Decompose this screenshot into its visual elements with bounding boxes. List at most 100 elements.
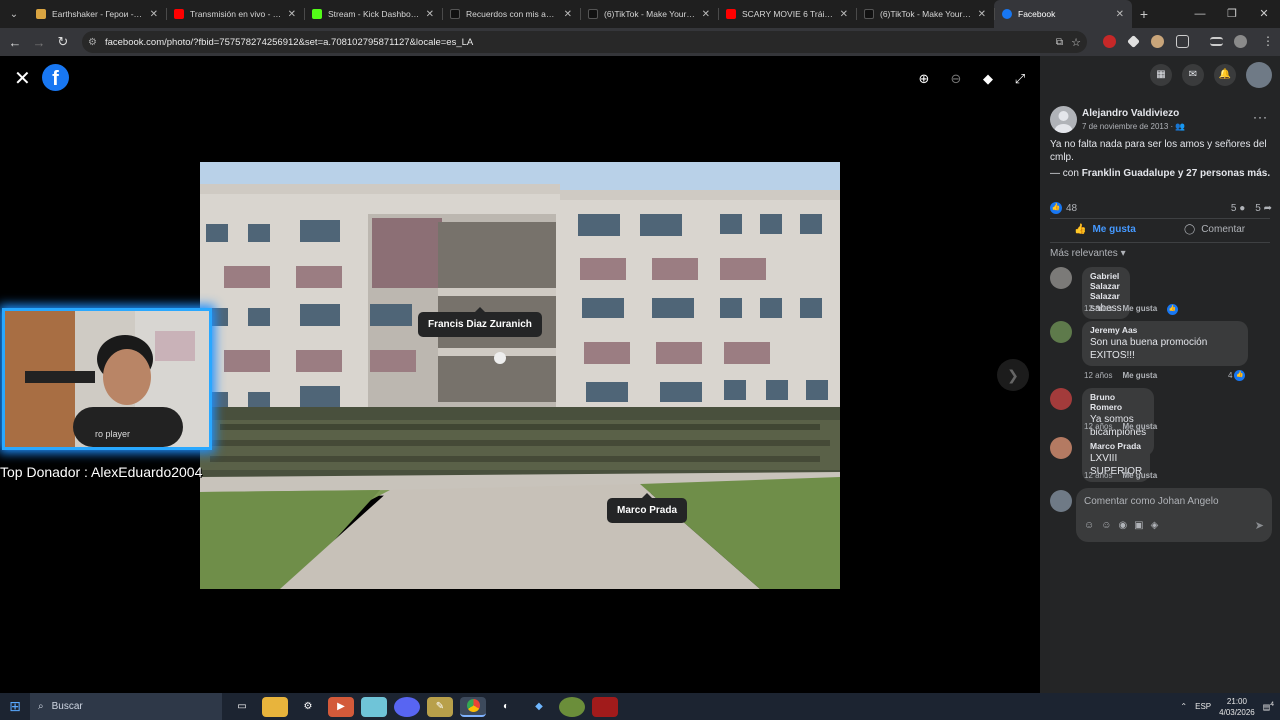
account-avatar[interactable]: [1246, 62, 1272, 88]
zoom-in-icon[interactable]: ⊕: [913, 68, 935, 90]
comment-reaction[interactable]: 4 👍: [1228, 370, 1246, 381]
discord-icon[interactable]: [394, 696, 420, 717]
settings-icon[interactable]: ⚙: [295, 697, 321, 717]
restore-icon[interactable]: ❐: [1216, 0, 1248, 28]
comment-count[interactable]: 5 ●: [1231, 203, 1245, 214]
comment-like-link[interactable]: Me gusta: [1122, 471, 1157, 480]
app-icon[interactable]: ◆: [526, 697, 552, 717]
photo-tag[interactable]: Marco Prada: [607, 493, 688, 523]
next-photo-button[interactable]: ❯: [997, 359, 1029, 391]
tab-facebook[interactable]: Facebook ✕: [994, 0, 1132, 28]
tag-icon[interactable]: ◆: [977, 68, 999, 90]
dota-icon[interactable]: [592, 696, 618, 717]
notifications-icon[interactable]: ▤4: [1263, 701, 1274, 712]
facebook-logo-icon[interactable]: f: [42, 64, 69, 91]
comment-composer[interactable]: Comentar como Johan Angelo ☺ ☺ ◉ ▣ ◈ ➤: [1076, 488, 1272, 542]
comment-input[interactable]: Comentar como Johan Angelo: [1084, 496, 1219, 507]
close-icon[interactable]: ✕: [150, 9, 158, 20]
gif-icon[interactable]: ▣: [1134, 520, 1143, 531]
commenter-name[interactable]: Marco Prada: [1090, 441, 1142, 451]
messenger-icon[interactable]: ✉: [1182, 64, 1204, 86]
comment-age[interactable]: 12 años: [1084, 422, 1112, 431]
tab-scary-movie[interactable]: SCARY MOVIE 6 Tráiler Es✕: [718, 0, 856, 28]
comment-like-link[interactable]: Me gusta: [1122, 371, 1157, 380]
comment-age[interactable]: 12 años: [1084, 371, 1112, 380]
extension-icon[interactable]: [1103, 35, 1116, 48]
notifications-icon[interactable]: 🔔: [1214, 64, 1236, 86]
close-viewer-icon[interactable]: ✕: [14, 66, 31, 91]
obs-icon[interactable]: ◐: [493, 697, 519, 717]
close-icon[interactable]: ✕: [426, 9, 434, 20]
close-icon[interactable]: ✕: [1116, 9, 1124, 20]
comment-button[interactable]: ◯ Comentar: [1184, 224, 1245, 235]
extension-icon[interactable]: [1127, 35, 1140, 48]
file-explorer-icon[interactable]: [262, 696, 288, 717]
browser-menu-icon[interactable]: ⋮: [1262, 34, 1274, 48]
close-icon[interactable]: ✕: [840, 9, 848, 20]
reload-icon[interactable]: ↻: [51, 34, 75, 50]
tab-youtube-live[interactable]: Transmisión en vivo - You ✕: [166, 0, 304, 28]
close-window-icon[interactable]: ✕: [1248, 0, 1280, 28]
app-icon[interactable]: ✎: [427, 696, 453, 717]
commenter-avatar[interactable]: [1050, 437, 1072, 459]
menu-grid-icon[interactable]: ▦: [1150, 64, 1172, 86]
site-info-icon[interactable]: ⚙: [88, 37, 97, 48]
emoji-icon[interactable]: ☺: [1101, 520, 1111, 531]
close-icon[interactable]: ✕: [978, 9, 986, 20]
taskbar-search[interactable]: ⌕ Buscar: [30, 693, 222, 720]
windows-start-icon[interactable]: ⊞: [0, 698, 30, 715]
language-indicator[interactable]: ESP: [1195, 702, 1211, 711]
comment-age[interactable]: 12 años: [1084, 471, 1112, 480]
comment-like-link[interactable]: Me gusta: [1122, 422, 1157, 431]
bookmark-star-icon[interactable]: ☆: [1071, 36, 1081, 49]
install-icon[interactable]: ⧉: [1056, 37, 1063, 48]
comment-like-link[interactable]: Me gusta: [1122, 304, 1157, 315]
address-bar[interactable]: ⚙ facebook.com/photo/?fbid=7575782742569…: [82, 31, 1087, 53]
new-tab-button[interactable]: +: [1132, 6, 1156, 22]
tray-chevron-icon[interactable]: ⌃: [1180, 702, 1187, 711]
tab-search-button[interactable]: ⌄: [0, 0, 28, 28]
tab-tiktok-1[interactable]: (6)TikTok - Make Your Day ✕: [580, 0, 718, 28]
chrome-icon[interactable]: [460, 696, 486, 717]
tab-tiktok-2[interactable]: (6)TikTok - Make Your Day ✕: [856, 0, 994, 28]
reading-list-icon[interactable]: [1210, 37, 1223, 46]
author-name[interactable]: Alejandro Valdiviezo: [1082, 108, 1179, 119]
sticker-icon[interactable]: ◈: [1151, 520, 1159, 531]
extensions-puzzle-icon[interactable]: [1176, 35, 1189, 48]
taskbar-clock[interactable]: 21:00 4/03/2026: [1219, 696, 1255, 718]
author-avatar[interactable]: [1050, 106, 1077, 133]
comment-age[interactable]: 12 años: [1084, 304, 1112, 315]
tab-kick[interactable]: Stream - Kick Dashboard ✕: [304, 0, 442, 28]
like-button[interactable]: 👍 Me gusta: [1074, 224, 1136, 235]
avatar-sticker-icon[interactable]: ☺: [1084, 520, 1094, 531]
comment-sort-dropdown[interactable]: Más relevantes ▾: [1050, 248, 1126, 259]
minimize-icon[interactable]: —: [1184, 0, 1216, 28]
forward-icon[interactable]: →: [27, 35, 51, 50]
camera-icon[interactable]: ◉: [1118, 520, 1127, 531]
post-options-icon[interactable]: ···: [1253, 110, 1268, 124]
fullscreen-icon[interactable]: ⤢: [1009, 68, 1031, 90]
close-icon[interactable]: ✕: [288, 9, 296, 20]
post-date[interactable]: 7 de noviembre de 2013 · 👥: [1082, 122, 1185, 131]
tab-tiktok-recuerdos[interactable]: Recuerdos con mis amigo ✕: [442, 0, 580, 28]
notes-icon[interactable]: [361, 696, 387, 717]
comment-reaction[interactable]: 👍: [1167, 304, 1179, 315]
commenter-avatar[interactable]: [1050, 388, 1072, 410]
commenter-name[interactable]: Bruno Romero: [1090, 392, 1146, 412]
commenter-name[interactable]: Gabriel Salazar Salazar: [1090, 271, 1122, 301]
close-icon[interactable]: ✕: [702, 9, 710, 20]
photo-tag[interactable]: Francis Diaz Zuranich: [418, 307, 542, 337]
tab-earthshaker[interactable]: Earthshaker - Герои - сил ✕: [28, 0, 166, 28]
app-icon[interactable]: [559, 696, 585, 717]
close-icon[interactable]: ✕: [564, 9, 572, 20]
share-count[interactable]: 5 ➦: [1255, 203, 1272, 214]
commenter-avatar[interactable]: [1050, 267, 1072, 289]
task-view-icon[interactable]: ▭: [229, 697, 255, 717]
tagged-names-link[interactable]: Franklin Guadalupe y 27 personas más.: [1082, 168, 1270, 179]
send-icon[interactable]: ➤: [1255, 519, 1264, 532]
profile-icon[interactable]: [1234, 35, 1247, 48]
media-player-icon[interactable]: ▶: [328, 696, 354, 717]
commenter-avatar[interactable]: [1050, 321, 1072, 343]
like-count[interactable]: 48: [1066, 203, 1077, 214]
zoom-out-icon[interactable]: ⊖: [945, 68, 967, 90]
